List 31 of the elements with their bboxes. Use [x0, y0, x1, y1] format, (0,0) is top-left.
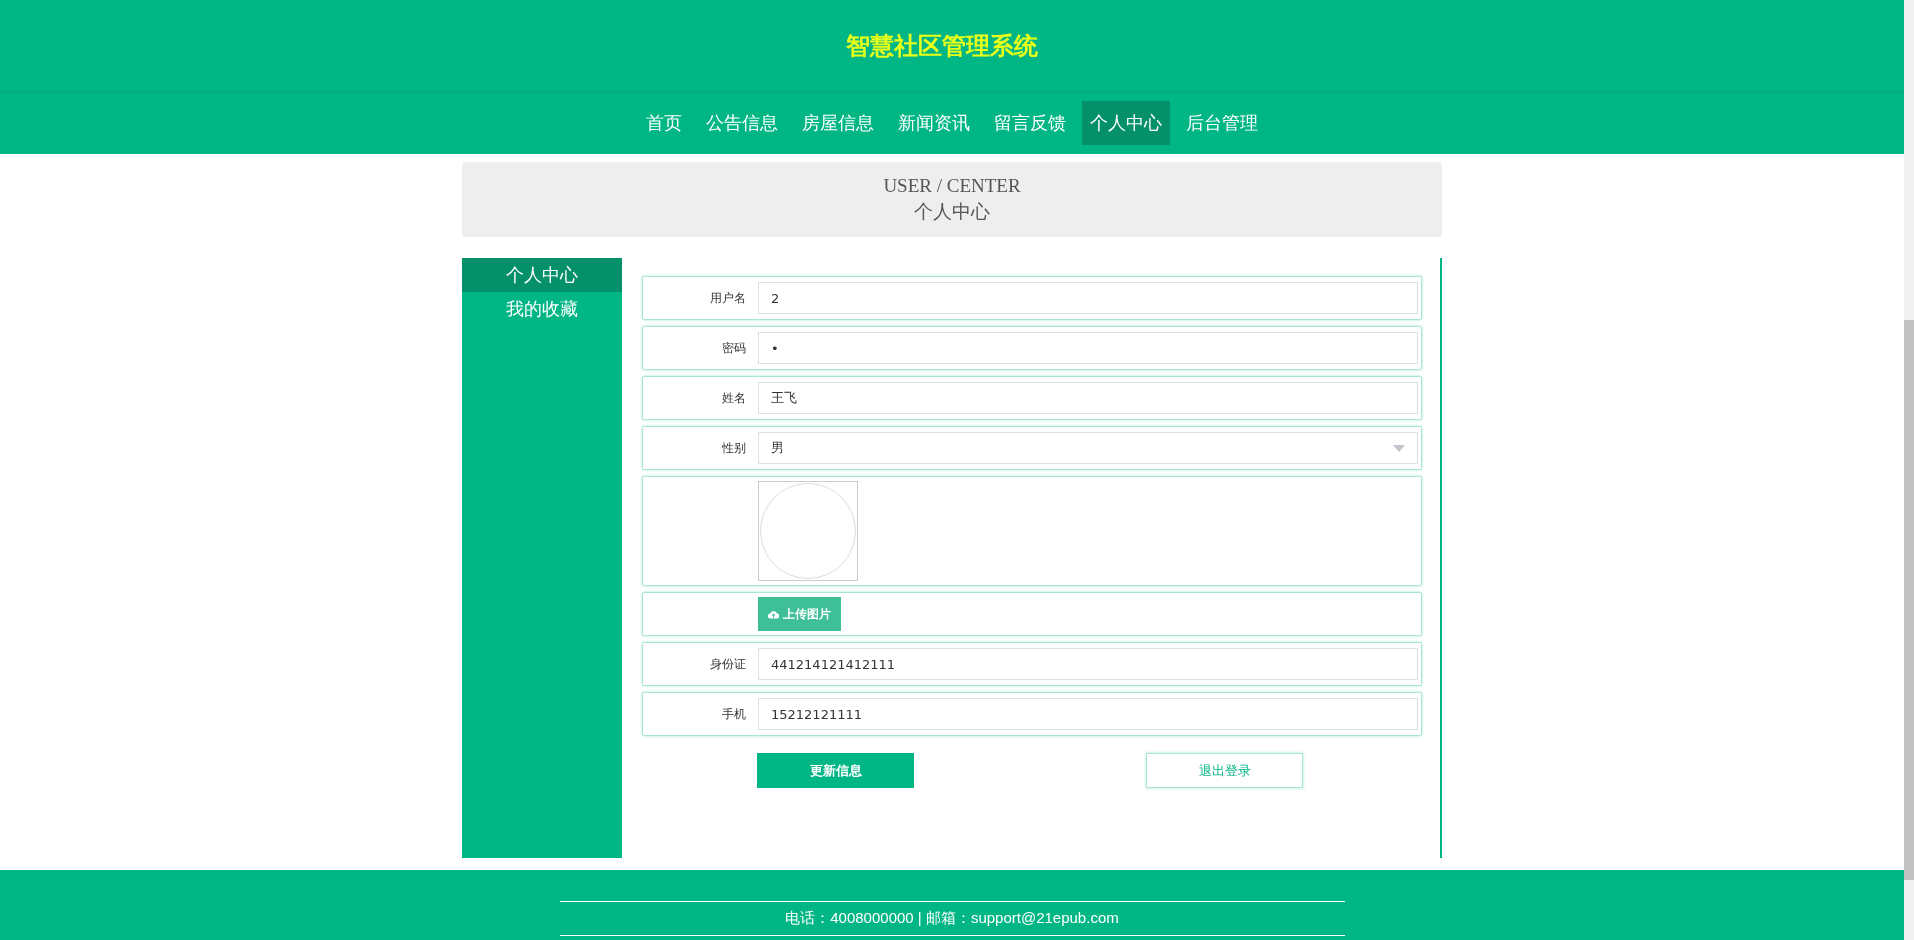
field-label: 身份证: [709, 655, 747, 673]
sidebar-item[interactable]: 我的收藏: [462, 292, 622, 326]
nav-link[interactable]: 公告信息: [698, 101, 786, 145]
field-label: 性别: [721, 439, 747, 457]
field-label: 用户名: [709, 289, 747, 307]
footer-contact: 电话：4008000000 | 邮箱：support@21epub.com: [785, 909, 1119, 928]
site-title: 智慧社区管理系统: [846, 30, 1038, 62]
banner-subtitle: 个人中心: [914, 199, 990, 224]
input-field[interactable]: 2: [758, 282, 1418, 314]
select-field[interactable]: 男: [758, 432, 1418, 464]
input-field[interactable]: 王飞: [758, 382, 1418, 414]
banner-title: USER / CENTER: [883, 174, 1021, 197]
sidebar-item[interactable]: 个人中心: [462, 258, 622, 292]
nav-link[interactable]: 后台管理: [1178, 101, 1266, 145]
update-button[interactable]: 更新信息: [757, 753, 914, 788]
input-field[interactable]: 15212121111: [758, 698, 1418, 730]
input-field[interactable]: •: [758, 332, 1418, 364]
input-field[interactable]: 441214121412111: [758, 648, 1418, 680]
logout-button[interactable]: 退出登录: [1146, 753, 1303, 788]
nav-link[interactable]: 个人中心: [1082, 101, 1170, 145]
nav-link[interactable]: 留言反馈: [986, 101, 1074, 145]
field-label: 密码: [721, 339, 747, 357]
caret-icon: [1393, 444, 1405, 452]
field-label: 姓名: [721, 389, 747, 407]
cloud-upload-icon: [768, 609, 779, 619]
nav-link[interactable]: 首页: [638, 101, 690, 145]
nav-link[interactable]: 房屋信息: [794, 101, 882, 145]
field-label: 手机: [721, 705, 747, 723]
scrollbar[interactable]: [1904, 0, 1914, 940]
upload-button[interactable]: 上传图片: [758, 597, 841, 631]
nav-link[interactable]: 新闻资讯: [890, 101, 978, 145]
